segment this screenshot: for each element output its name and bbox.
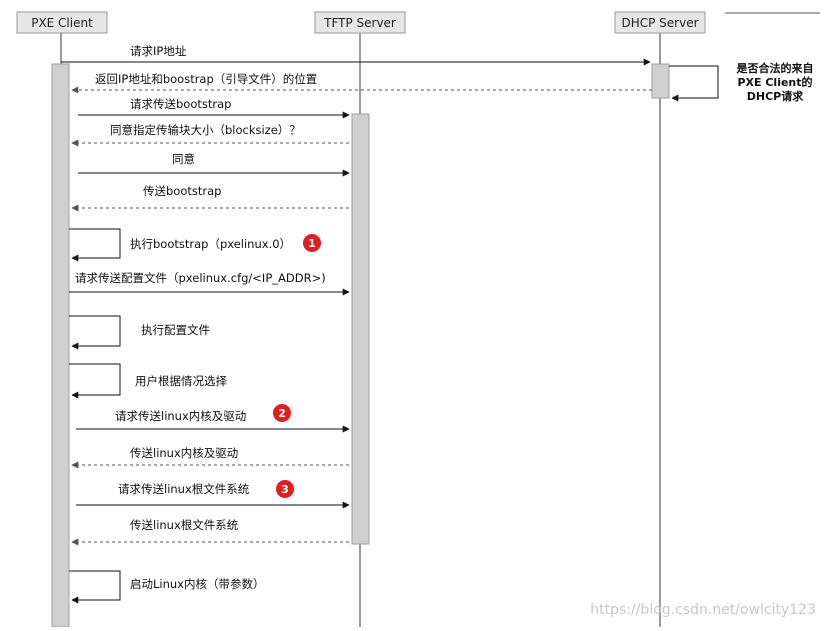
- sequence-diagram: PXE Client TFTP Server DHCP Server 是否合法的…: [0, 0, 825, 628]
- step-badge-3: 3: [276, 480, 294, 498]
- note-dhcp-check: 是否合法的来自 PXE Client的 DHCP请求: [736, 61, 814, 103]
- message-label: 启动Linux内核（带参数）: [130, 577, 264, 591]
- self-message-boot-kernel: [69, 570, 121, 604]
- actor-tftp-server: TFTP Server: [314, 11, 406, 34]
- note-line: PXE Client的: [737, 75, 812, 89]
- badge-number: 1: [308, 237, 316, 250]
- step-badge-2: 2: [273, 404, 291, 422]
- actor-label: TFTP Server: [323, 16, 396, 30]
- actor-label: PXE Client: [31, 16, 93, 30]
- message-label: 请求传送linux根文件系统: [118, 482, 250, 496]
- note-line: DHCP请求: [747, 89, 804, 103]
- self-message-exec-bootstrap: [69, 228, 121, 262]
- badge-number: 2: [278, 407, 286, 420]
- actor-pxe-client: PXE Client: [16, 11, 108, 34]
- message-label: 传送linux内核及驱动: [130, 446, 238, 460]
- message-label: 同意: [172, 152, 195, 166]
- message-label: 执行配置文件: [141, 323, 210, 337]
- self-message-dhcp-check: [669, 65, 719, 102]
- self-message-exec-config: [69, 315, 121, 350]
- activation-tftp-server: [351, 113, 370, 545]
- message-label: 传送linux根文件系统: [130, 518, 239, 532]
- message-label: 请求IP地址: [130, 44, 187, 58]
- message-label: 用户根据情况选择: [135, 374, 227, 388]
- step-badge-1: 1: [303, 234, 321, 252]
- note-line: 是否合法的来自: [736, 61, 814, 75]
- message-label: 返回IP地址和boostrap（引导文件）的位置: [95, 72, 317, 86]
- message-label: 请求传送bootstrap: [130, 97, 231, 111]
- activation-dhcp-server: [651, 63, 670, 99]
- actor-label: DHCP Server: [621, 16, 698, 30]
- message-label: 执行bootstrap（pxelinux.0）: [130, 237, 291, 251]
- message-label: 请求传送配置文件（pxelinux.cfg/<IP_ADDR>): [75, 271, 326, 285]
- badge-number: 3: [281, 483, 289, 496]
- message-label: 请求传送linux内核及驱动: [115, 409, 246, 423]
- activation-pxe-client: [51, 63, 70, 628]
- watermark-text: https://blog.csdn.net/owlcity123: [590, 602, 816, 618]
- message-label: 传送bootstrap: [143, 184, 221, 198]
- diagram-canvas: PXE Client TFTP Server DHCP Server 是否合法的…: [16, 11, 820, 628]
- actor-dhcp-server: DHCP Server: [614, 11, 706, 34]
- message-label: 同意指定传输块大小（blocksize）？: [110, 123, 301, 137]
- self-message-user-select: [69, 363, 121, 399]
